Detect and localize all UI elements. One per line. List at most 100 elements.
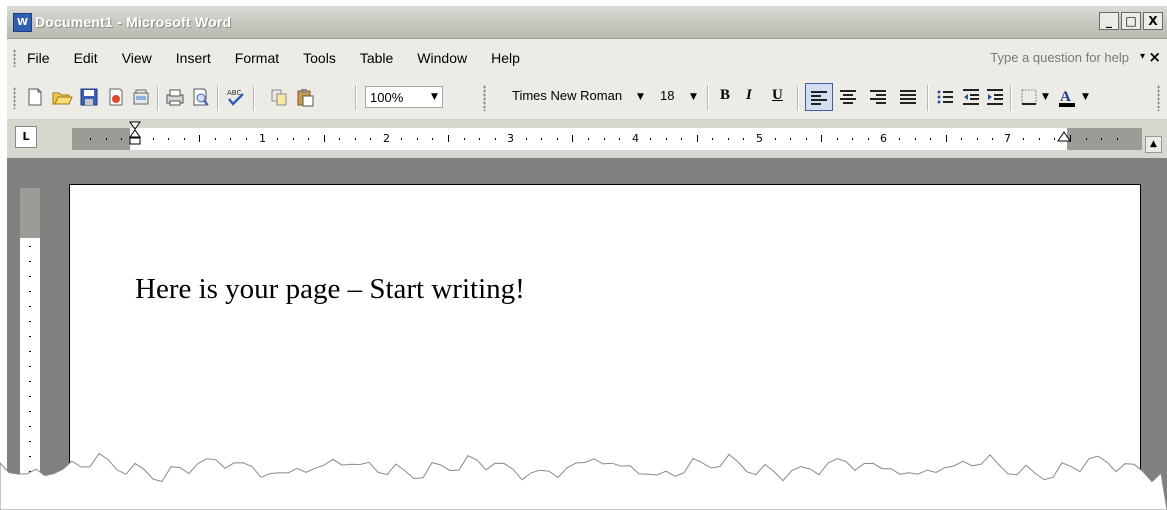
ruler-tick [743,138,745,140]
menu-help[interactable]: Help [491,50,520,66]
ruler-tick [214,138,216,140]
ask-question-input[interactable]: Type a question for help [990,50,1129,65]
ruler-tick [914,138,916,140]
svg-text:ABC: ABC [227,89,241,97]
permission-icon[interactable] [106,87,126,107]
ruler-tick [463,138,465,140]
print-icon[interactable] [165,87,185,107]
window-controls: _ □ X [1099,12,1163,30]
toolbar-options-grip[interactable] [1157,85,1160,111]
ruler-tick [992,138,994,140]
new-icon[interactable] [25,87,45,107]
close-document-icon[interactable]: × [1148,48,1161,66]
horizontal-ruler[interactable]: 1 2 3 4 5 6 7 [72,128,1142,150]
toolbar-grip[interactable] [13,87,16,109]
scroll-up-button[interactable]: ▲ [1145,136,1162,153]
print-preview-icon[interactable] [191,87,211,107]
font-size-dropdown-icon[interactable]: ▼ [690,92,697,102]
decrease-indent-icon[interactable] [961,87,981,107]
menu-format[interactable]: Format [235,50,279,66]
right-margin-area [1067,128,1142,150]
font-color-icon[interactable]: A [1057,87,1077,107]
align-left-button[interactable] [805,83,833,111]
copy-icon[interactable] [269,87,289,107]
align-center-button[interactable] [835,83,863,111]
close-button[interactable]: X [1143,12,1163,30]
ruler-tick [1085,138,1087,140]
menu-view[interactable]: View [122,50,152,66]
underline-button[interactable]: U [772,87,783,104]
menu-tools[interactable]: Tools [303,50,336,66]
ruler-tick [416,138,418,140]
tab-selector-button[interactable]: L [15,126,37,148]
ruler-tick [401,138,403,140]
ruler-tick [867,138,869,140]
align-right-button[interactable] [865,83,893,111]
ruler-tick [665,138,667,140]
word-app-icon[interactable]: W [13,13,32,32]
menu-window[interactable]: Window [417,50,467,66]
menu-file[interactable]: File [27,50,50,66]
right-indent-marker-icon[interactable] [1057,130,1071,148]
ask-dropdown-icon[interactable]: ▾ [1140,51,1145,62]
justify-button[interactable] [895,83,923,111]
email-icon[interactable] [131,87,151,107]
ruler-tick [696,135,698,142]
ruler-tick [1023,138,1025,140]
ruler-tick [525,138,527,140]
font-size-select[interactable]: 18 [660,88,674,103]
ruler-tick [572,135,574,142]
toolbar-grip[interactable] [483,85,486,111]
document-body-text[interactable]: Here is your page – Start writing! [135,273,525,306]
ruler-tick [448,135,449,142]
ruler-tick [292,138,294,140]
font-name-select[interactable]: Times New Roman [512,88,622,103]
save-icon[interactable] [79,87,99,107]
bold-button[interactable]: B [720,87,730,104]
menubar-grip[interactable] [13,49,16,67]
open-icon[interactable] [51,87,73,107]
ruler-tick [245,138,247,140]
toolbar: ABC 100% ▼ Times New Roman ▼ 18 ▼ B I U [7,77,1167,120]
ruler-tick [354,138,356,140]
menu-insert[interactable]: Insert [176,50,211,66]
vertical-ruler-tick [29,336,31,337]
vertical-ruler-tick [29,291,31,292]
ruler-number: 4 [632,132,639,145]
ruler-tick [152,138,154,140]
maximize-button[interactable]: □ [1121,12,1141,30]
toolbar-separator [355,85,357,111]
borders-dropdown-icon[interactable]: ▼ [1042,92,1049,102]
font-color-dropdown-icon[interactable]: ▼ [1082,92,1089,102]
ruler-tick [494,138,496,140]
ruler-tick [852,138,854,140]
menu-items: File Edit View Insert Format Tools Table… [27,50,520,66]
borders-icon[interactable] [1019,87,1039,107]
ruler-tick [650,138,652,140]
vertical-ruler-tick [29,426,31,427]
font-name-dropdown-icon[interactable]: ▼ [637,92,644,102]
ruler-tick [370,138,372,140]
ruler-tick [90,138,92,140]
ruler-tick [976,138,978,140]
paste-icon[interactable] [295,87,315,107]
indent-marker-icon[interactable] [129,120,141,150]
ruler-tick [230,138,232,140]
menu-table[interactable]: Table [360,50,393,66]
ruler-tick [432,138,434,140]
menu-edit[interactable]: Edit [74,50,98,66]
increase-indent-icon[interactable] [985,87,1005,107]
vertical-ruler-tick [29,366,31,367]
align-right-icon [870,90,886,106]
ruler-row: L 1 2 3 4 5 6 7 [7,120,1167,158]
ruler-tick [339,138,341,140]
vertical-ruler-tick [29,246,31,247]
spelling-icon[interactable]: ABC [225,87,245,107]
zoom-dropdown-icon[interactable]: ▼ [431,92,438,102]
ruler-tick [1038,138,1040,140]
italic-button[interactable]: I [746,87,752,104]
bullets-icon[interactable] [935,87,955,107]
title-bar[interactable]: W Document1 - Microsoft Word _ □ X [7,6,1167,39]
ruler-tick [930,138,932,140]
minimize-button[interactable]: _ [1099,12,1119,30]
